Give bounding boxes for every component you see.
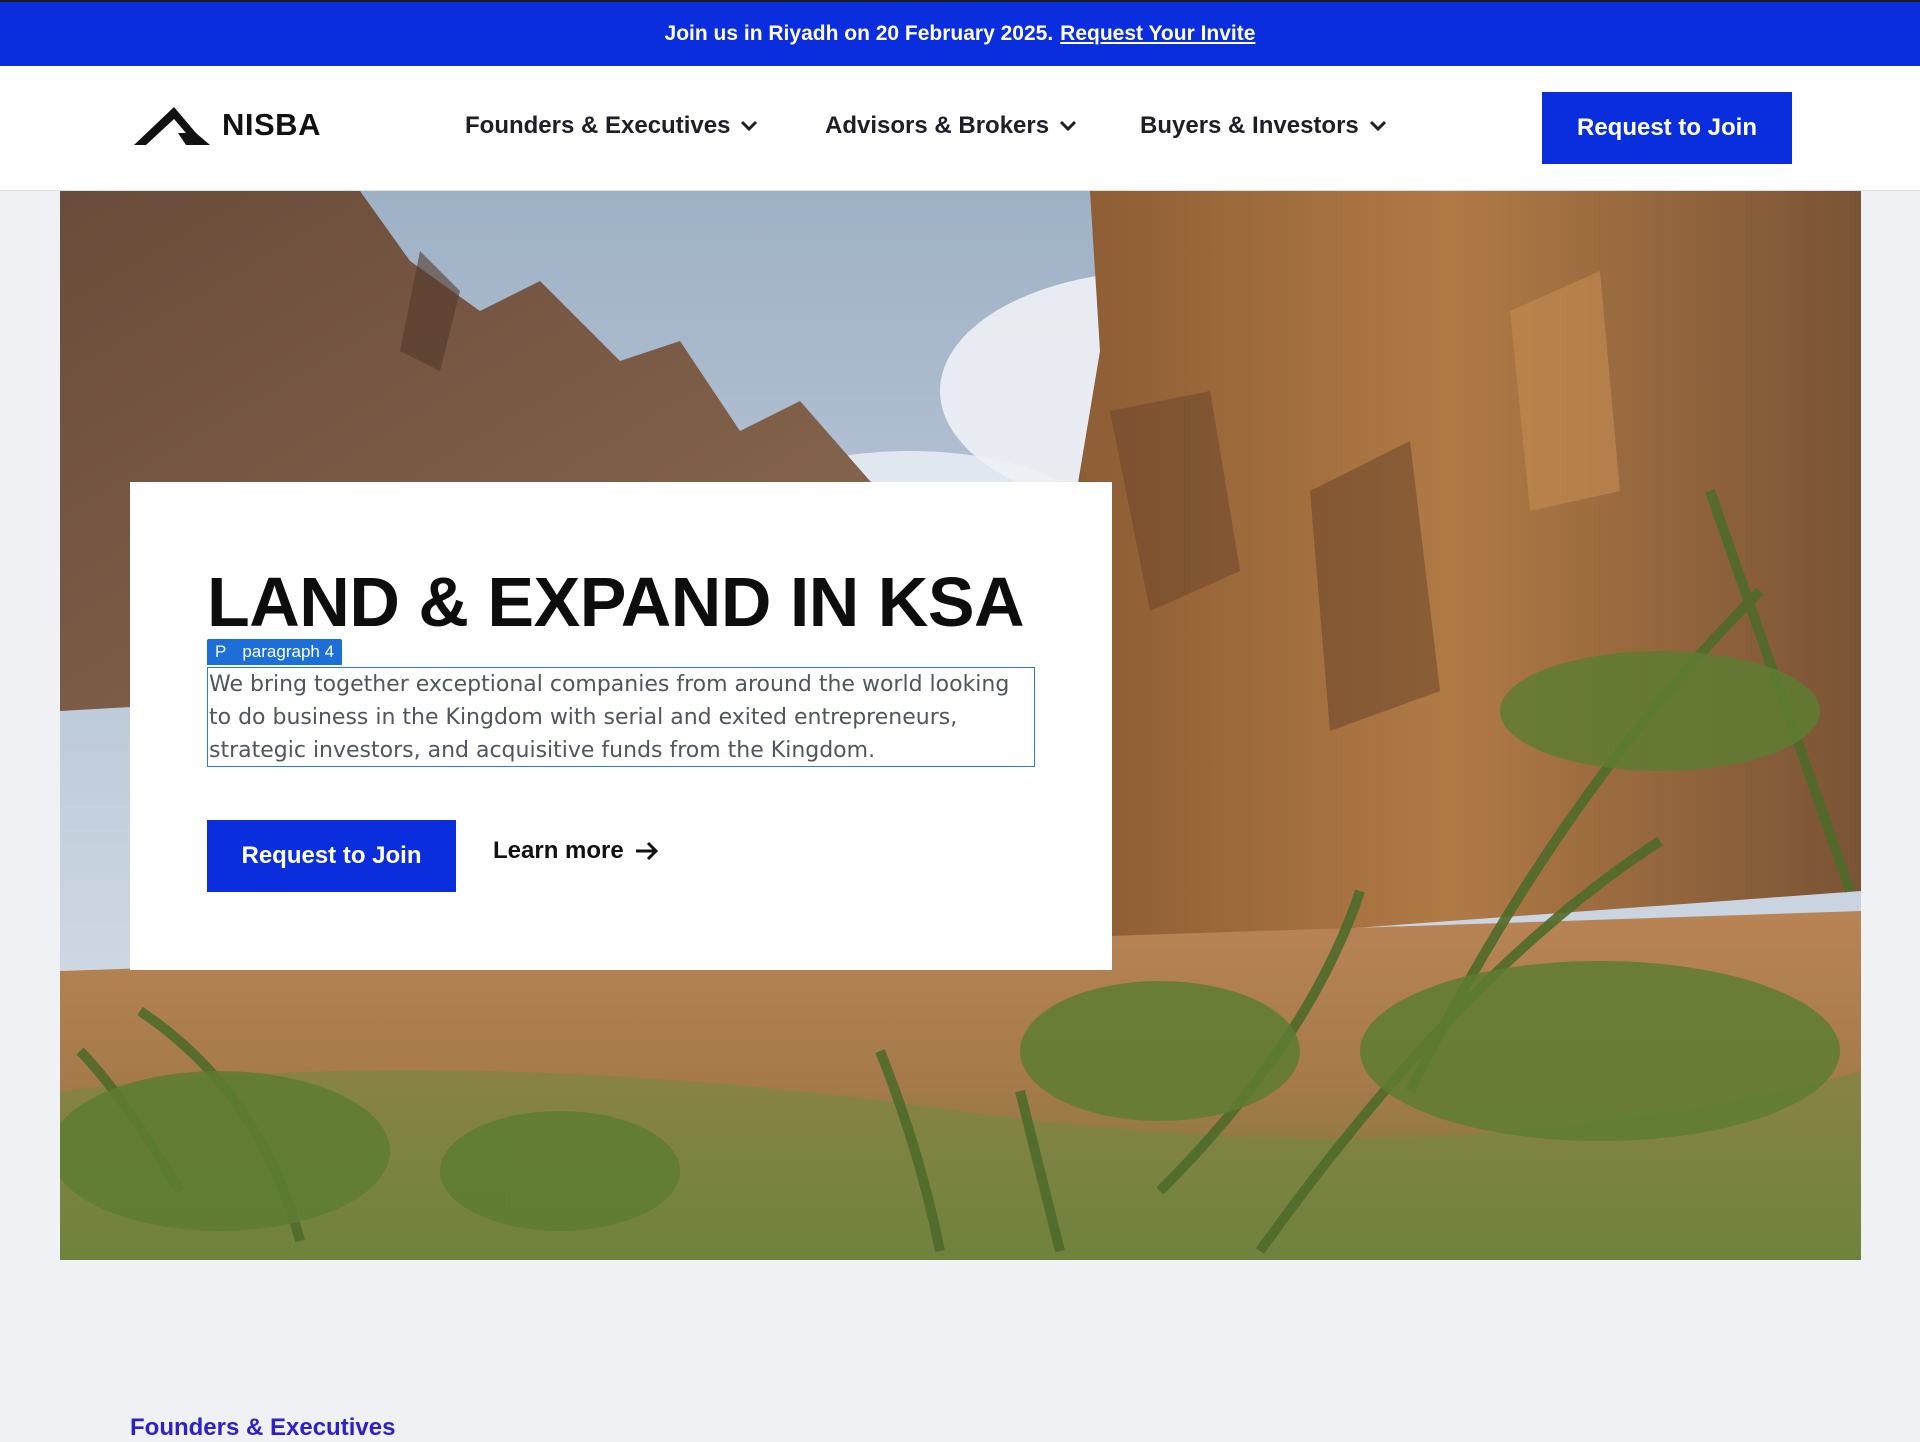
nav-label: Advisors & Brokers bbox=[825, 112, 1050, 139]
nav-founders-executives[interactable]: Founders & Executives bbox=[465, 112, 758, 140]
nav-buyers-investors[interactable]: Buyers & Investors bbox=[1140, 112, 1387, 140]
hero-request-to-join-button[interactable]: Request to Join bbox=[207, 820, 456, 892]
chevron-down-icon bbox=[1369, 120, 1386, 132]
hero-card: LAND & EXPAND IN KSA P paragraph 4 We br… bbox=[130, 482, 1112, 970]
arrow-right-icon bbox=[635, 841, 658, 861]
nav-label: Buyers & Investors bbox=[1140, 112, 1359, 139]
hero-paragraph: We bring together exceptional companies … bbox=[207, 667, 1035, 767]
request-invite-link[interactable]: Request Your Invite bbox=[1060, 22, 1255, 46]
nav-label: Founders & Executives bbox=[465, 112, 731, 139]
learn-more-label: Learn more bbox=[493, 837, 624, 864]
logo-text: NISBA bbox=[222, 107, 321, 142]
banner-text: Join us in Riyadh on 20 February 2025. bbox=[664, 22, 1054, 45]
site-header: NISBA Founders & Executives Advisors & B… bbox=[0, 66, 1920, 191]
tag-prefix: P bbox=[215, 642, 227, 661]
editor-element-tag: P paragraph 4 bbox=[207, 639, 343, 665]
announcement-banner: Join us in Riyadh on 20 February 2025. R… bbox=[0, 0, 1920, 66]
chevron-down-icon bbox=[1060, 120, 1077, 132]
nisba-logo-icon bbox=[134, 107, 210, 145]
nav-advisors-brokers[interactable]: Advisors & Brokers bbox=[825, 112, 1077, 140]
section-founders-executives-link[interactable]: Founders & Executives bbox=[130, 1414, 395, 1442]
learn-more-link[interactable]: Learn more bbox=[493, 837, 660, 865]
hero-title: LAND & EXPAND IN KSA bbox=[207, 563, 1025, 641]
chevron-down-icon bbox=[741, 120, 758, 132]
header-request-to-join-button[interactable]: Request to Join bbox=[1542, 92, 1792, 164]
tag-label: paragraph 4 bbox=[242, 642, 335, 661]
logo[interactable]: NISBA bbox=[134, 100, 321, 150]
